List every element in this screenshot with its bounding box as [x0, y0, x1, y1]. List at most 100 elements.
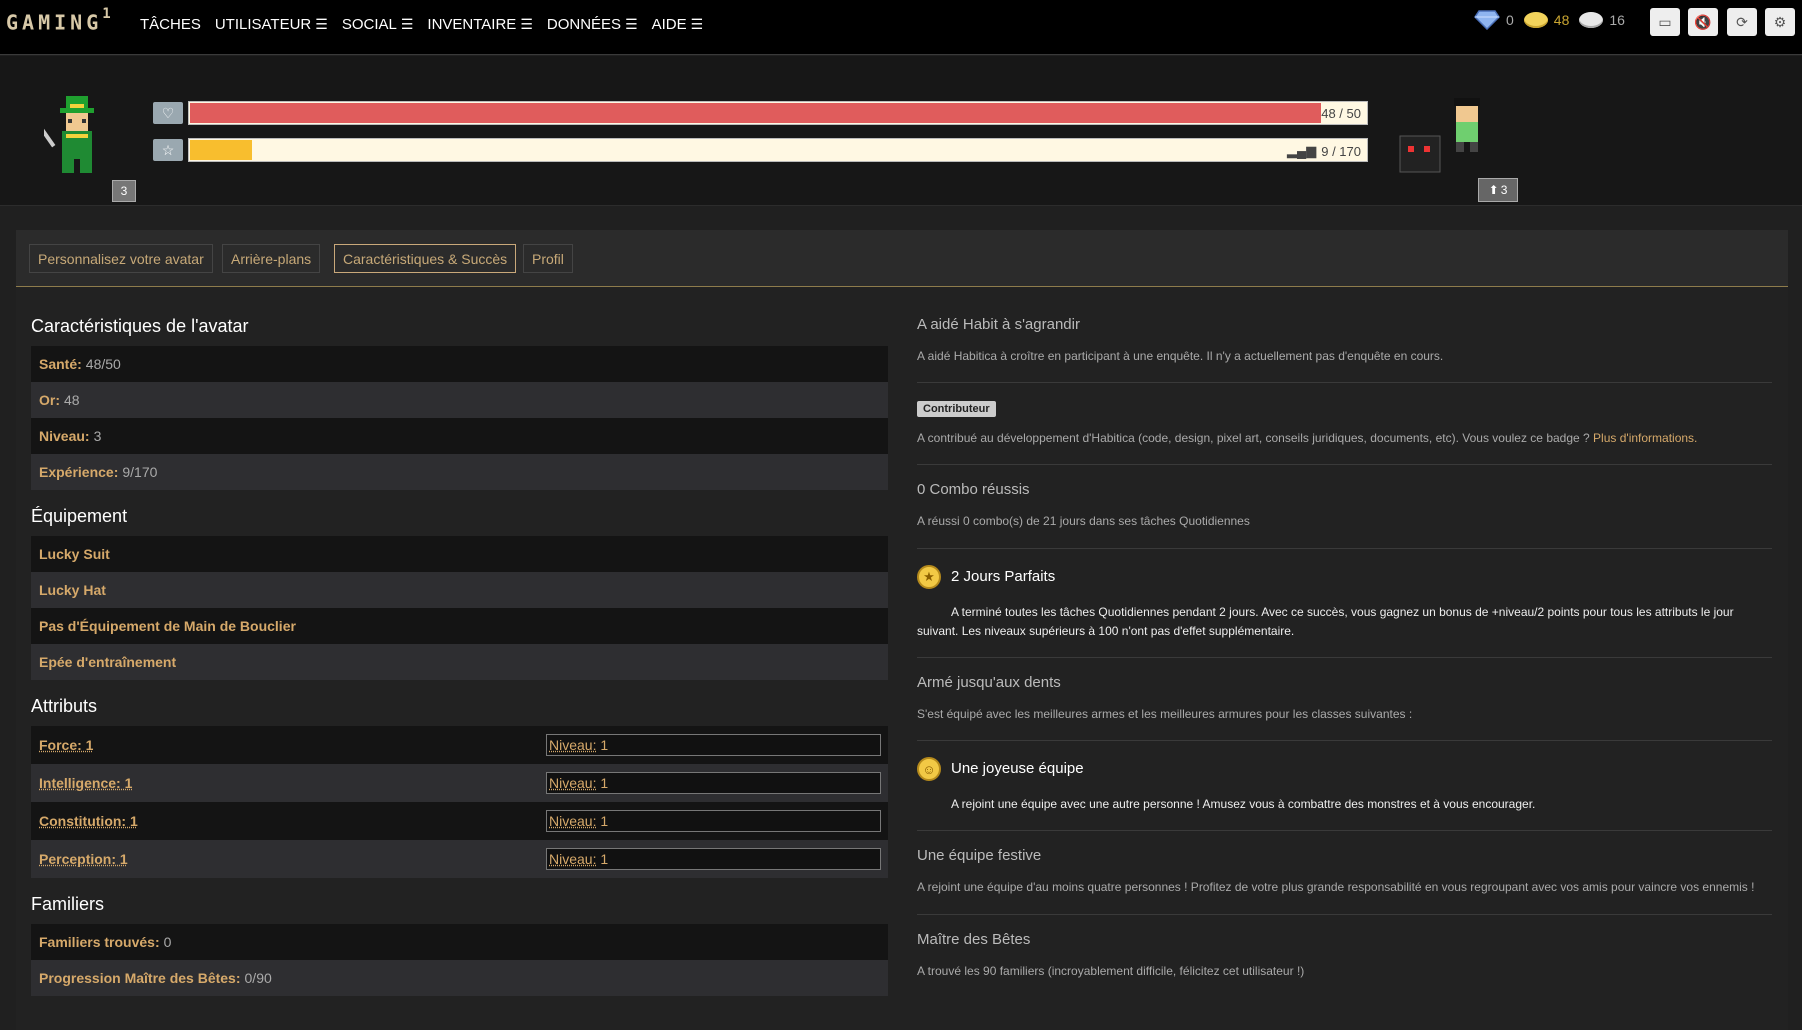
profile-tabs: Personnalisez votre avatar Arrière-plans…: [16, 230, 1788, 287]
attribute-row: Constitution: 1 Niveau: 1: [31, 802, 888, 840]
attribute-level-field[interactable]: Niveau: 1: [546, 734, 881, 756]
attribute-level-field[interactable]: Niveau: 1: [546, 848, 881, 870]
section-title-pets: Familiers: [31, 894, 105, 914]
attribute-perception[interactable]: Perception: 1: [39, 851, 128, 867]
achievements-column: A aidé Habit à s'agrandir A aidé Habitic…: [917, 300, 1772, 997]
achievement-title: 2 Jours Parfaits: [951, 567, 1056, 585]
achievement-item: Maître des Bêtes A trouvé les 90 familie…: [917, 915, 1772, 997]
section-title-attributes: Attributs: [31, 696, 98, 716]
nav-item-inventaire[interactable]: INVENTAIRE ☰: [427, 16, 532, 33]
gem-icon: [1474, 10, 1500, 30]
tab-caracteristiques-succes[interactable]: Caractéristiques & Succès: [334, 244, 517, 273]
signal-bars-icon: ▂▄▆: [1287, 143, 1317, 158]
nav-item-utilisateur[interactable]: UTILISATEUR ☰: [215, 16, 328, 33]
equipment-item[interactable]: Lucky Hat: [31, 572, 888, 608]
achievement-item: ☺ Une joyeuse équipe A rejoint une équipe…: [917, 741, 1772, 832]
nav-item-aide[interactable]: AIDE ☰: [652, 16, 704, 33]
stat-row: Santé: 48/50: [31, 346, 888, 382]
achievement-desc: A rejoint une équipe d'au moins quatre p…: [917, 880, 1755, 895]
pet-sprite[interactable]: [1396, 96, 1492, 186]
achievement-desc: A rejoint une équipe avec une autre pers…: [951, 797, 1536, 812]
contributor-badge: Contributeur: [917, 401, 996, 418]
achievement-title: 0 Combo réussis: [917, 481, 1030, 499]
achievement-desc: S'est équipé avec les meilleures armes e…: [917, 706, 1413, 721]
pet-stat-row: Progression Maître des Bêtes: 0/90: [31, 960, 888, 996]
equipment-item[interactable]: Epée d'entraînement: [31, 644, 888, 680]
achievement-title: Une joyeuse équipe: [951, 760, 1084, 778]
menu-icon: ☰: [520, 16, 533, 32]
chat-button[interactable]: ▭: [1650, 8, 1680, 36]
achievement-title: A aidé Habit à s'agrandir: [917, 316, 1080, 333]
stat-row: Expérience: 9/170: [31, 454, 888, 490]
achievement-title: Maître des Bêtes: [917, 930, 1031, 948]
settings-button[interactable]: ⚙: [1765, 8, 1795, 36]
menu-icon: ☰: [400, 16, 414, 32]
hourglass-counter: 16: [1579, 12, 1625, 28]
menu-icon: ☰: [690, 16, 704, 32]
health-icon: ♡: [153, 102, 183, 124]
gear-icon: ⚙: [1773, 13, 1787, 30]
equipment-item[interactable]: Lucky Suit: [31, 536, 888, 572]
achievement-item: A aidé Habit à s'agrandir A aidé Habitic…: [917, 300, 1772, 384]
arrow-up-icon: ⬆: [1488, 183, 1499, 197]
health-bar[interactable]: 48 / 50: [188, 101, 1368, 125]
section-title-equipment: Équipement: [31, 506, 128, 526]
achievement-title: Armé jusqu'aux dents: [917, 673, 1061, 691]
sync-icon: ⟳: [1736, 13, 1748, 30]
profile-panel: Personnalisez votre avatar Arrière-plans…: [16, 230, 1788, 1030]
experience-icon: ☆: [153, 139, 183, 161]
attribute-row: Force: 1 Niveau: 1: [31, 726, 888, 764]
gold-counter: 48: [1523, 12, 1569, 28]
top-navbar: GAMING1 TÂCHES UTILISATEUR ☰ SOCIAL ☰ INVE…: [0, 0, 1802, 55]
achievement-desc: A contribué au développement d'Habitica …: [917, 431, 1698, 446]
gems-counter[interactable]: 0: [1474, 10, 1514, 30]
nav-item-taches[interactable]: TÂCHES: [140, 16, 201, 33]
site-logo[interactable]: GAMING1: [6, 6, 111, 35]
achievement-desc: A réussi 0 combo(s) de 21 jours dans ses…: [917, 514, 1250, 529]
stats-column: Caractéristiques de l'avatar Santé: 48/50…: [31, 300, 888, 996]
pet-stat-row: Familiers trouvés: 0: [31, 924, 888, 960]
attribute-force[interactable]: Force: 1: [39, 737, 93, 753]
avatar-sprite[interactable]: [44, 94, 110, 178]
experience-bar-fill: [190, 140, 253, 160]
party-medal-icon: ☺: [917, 757, 941, 782]
health-text: 48 / 50: [1321, 106, 1361, 121]
experience-bar[interactable]: ▂▄▆ 9 / 170: [188, 138, 1368, 162]
mute-button[interactable]: 🔇: [1688, 8, 1718, 36]
experience-text: 9 / 170: [1321, 143, 1361, 159]
stat-row: Or: 48: [31, 382, 888, 418]
section-title-stats: Caractéristiques de l'avatar: [31, 316, 249, 336]
achievement-title: Une équipe festive: [917, 847, 1042, 865]
chat-icon: ▭: [1658, 13, 1672, 30]
achievement-item: ★ 2 Jours Parfaits A terminé toutes les t…: [917, 549, 1772, 658]
achievement-item: 0 Combo réussis A réussi 0 combo(s) de 2…: [917, 465, 1772, 549]
achievement-desc: A aidé Habitica à croître en participant…: [917, 349, 1444, 363]
attribute-row: Perception: 1 Niveau: 1: [31, 840, 888, 878]
nav-item-donnees[interactable]: DONNÉES ☰: [547, 16, 638, 33]
equipment-item[interactable]: Pas d'Équipement de Main de Bouclier: [31, 608, 888, 644]
attribute-constitution[interactable]: Constitution: 1: [39, 813, 138, 829]
gold-coin-icon: [1523, 12, 1548, 28]
nav-item-social[interactable]: SOCIAL ☰: [342, 16, 414, 33]
achievement-desc: A terminé toutes les tâches Quotidiennes…: [917, 604, 1734, 638]
tab-profil[interactable]: Profil: [523, 244, 573, 273]
menu-icon: ☰: [625, 16, 638, 32]
more-info-link[interactable]: Plus d'informations.: [1593, 431, 1697, 445]
sync-button[interactable]: ⟳: [1727, 8, 1757, 36]
attribute-intelligence[interactable]: Intelligence: 1: [39, 775, 132, 791]
tab-arriere-plans[interactable]: Arrière-plans: [222, 244, 321, 273]
pet-count-badge: ⬆ 3: [1478, 178, 1518, 202]
avatar-header: 3 ♡ 48 / 50 ☆ ▂▄▆ 9 / 170 ⬆ 3: [0, 56, 1802, 206]
silver-coin-icon: [1579, 12, 1604, 28]
tab-personnaliser-avatar[interactable]: Personnalisez votre avatar: [29, 244, 213, 273]
mute-icon: 🔇: [1694, 13, 1712, 30]
main-nav: TÂCHES UTILISATEUR ☰ SOCIAL ☰ INVENTAIRE ☰ …: [140, 16, 703, 33]
achievement-item: Une équipe festive A rejoint une équipe …: [917, 831, 1772, 915]
menu-icon: ☰: [315, 16, 328, 32]
attribute-level-field[interactable]: Niveau: 1: [546, 772, 881, 794]
level-badge: 3: [112, 180, 136, 202]
stat-row: Niveau: 3: [31, 418, 888, 454]
attribute-level-field[interactable]: Niveau: 1: [546, 810, 881, 832]
attribute-row: Intelligence: 1 Niveau: 1: [31, 764, 888, 802]
health-bar-fill: [190, 103, 1321, 123]
